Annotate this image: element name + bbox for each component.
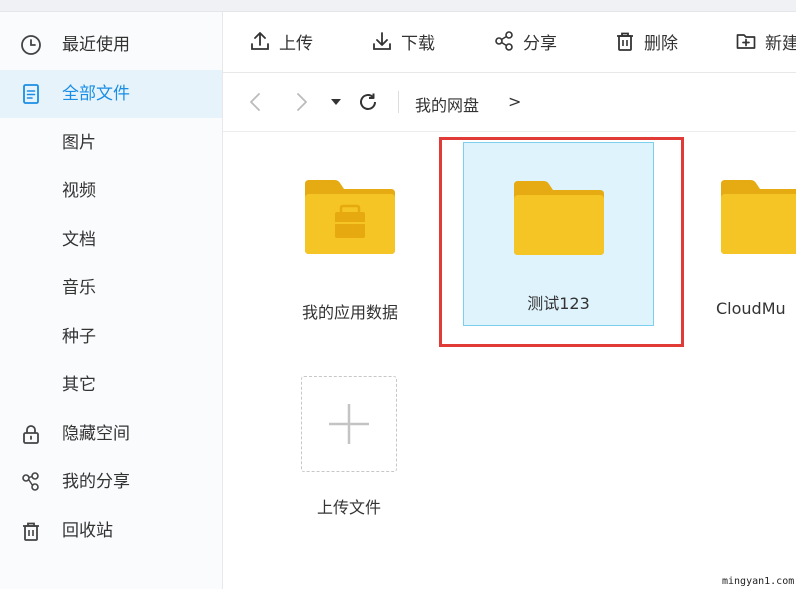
new-folder-icon [736,34,756,49]
lock-icon [20,423,42,445]
sidebar-item-hidden-space[interactable]: 隐藏空间 [0,410,222,458]
folder-icon [514,181,604,255]
sidebar-item-other[interactable]: 其它 [0,361,222,409]
share-icon [495,31,513,51]
chevron-left-icon [250,93,260,111]
upload-icon [251,32,269,50]
window-top-strip [0,0,796,12]
nav-divider [398,91,399,113]
share-icon [20,471,42,493]
file-name: 测试123 [527,294,590,313]
document-icon [20,83,42,105]
download-button[interactable]: 下载 [371,29,435,54]
sidebar-item-label: 文档 [62,230,96,250]
sidebar-item-label: 全部文件 [62,84,130,104]
sidebar-item-torrents[interactable]: 种子 [0,313,222,361]
back-button[interactable] [245,90,265,114]
sidebar-item-label: 其它 [62,375,96,395]
trash-icon [617,32,633,51]
sidebar-item-label: 音乐 [62,278,96,298]
sidebar-item-my-shares[interactable]: 我的分享 [0,458,222,506]
upload-file-tile[interactable] [301,376,397,472]
breadcrumb-my-drive[interactable]: 我的网盘 [415,92,479,116]
upload-button[interactable]: 上传 [249,29,313,54]
sidebar-item-label: 种子 [62,327,96,347]
sidebar-item-label: 视频 [62,181,96,201]
file-name: 我的应用数据 [301,303,398,322]
sidebar-item-all-files[interactable]: 全部文件 [0,70,222,118]
sidebar-item-videos[interactable]: 视频 [0,167,222,215]
sidebar-item-images[interactable]: 图片 [0,119,222,167]
sidebar-item-recent[interactable]: 最近使用 [0,21,222,69]
folder-test123[interactable]: 测试123 [463,142,654,326]
watermark: mingyan1.com [720,576,796,587]
upload-label: 上传 [279,33,313,54]
sidebar-item-recycle-bin[interactable]: 回收站 [0,507,222,555]
trash-icon [20,520,42,542]
refresh-button[interactable] [355,90,381,114]
file-name: CloudMu [716,299,786,318]
forward-button[interactable] [292,90,312,114]
clock-icon [20,34,42,56]
sidebar-item-documents[interactable]: 文档 [0,216,222,264]
sidebar: 最近使用 全部文件 图片 视频 文档 音乐 种子 其它 隐藏空间 我的分享 回收… [0,12,223,589]
refresh-icon [360,93,376,110]
sidebar-item-music[interactable]: 音乐 [0,264,222,312]
plus-icon [329,404,369,444]
folder-app-data[interactable]: 我的应用数据 [285,142,415,322]
delete-label: 删除 [644,33,678,54]
sidebar-item-label: 我的分享 [62,472,130,492]
app-folder-icon [305,180,395,254]
folder-icon [721,180,796,254]
new-label: 新建 [765,33,796,54]
upload-file-label: 上传文件 [316,498,381,517]
sidebar-item-label: 隐藏空间 [62,424,130,444]
new-button[interactable]: 新建 [735,29,796,54]
share-label: 分享 [523,33,557,54]
sidebar-item-label: 图片 [62,133,96,153]
sidebar-item-label: 最近使用 [62,35,130,55]
file-grid: 我的应用数据 测试123 CloudMu 上传文件 [223,132,796,589]
sidebar-item-label: 回收站 [62,521,113,541]
delete-button[interactable]: 删除 [614,29,678,54]
history-dropdown[interactable] [329,93,343,111]
share-button[interactable]: 分享 [493,29,557,54]
caret-down-icon [331,99,341,105]
navigation-bar: 我的网盘 > [223,73,796,132]
download-label: 下载 [401,33,435,54]
chevron-right-icon [297,93,307,111]
breadcrumb-separator: > [508,92,522,111]
download-icon [373,32,391,50]
toolbar: 上传 下载 分享 删除 新建 [223,12,796,73]
folder-cloudmu[interactable]: CloudMu [713,142,796,322]
